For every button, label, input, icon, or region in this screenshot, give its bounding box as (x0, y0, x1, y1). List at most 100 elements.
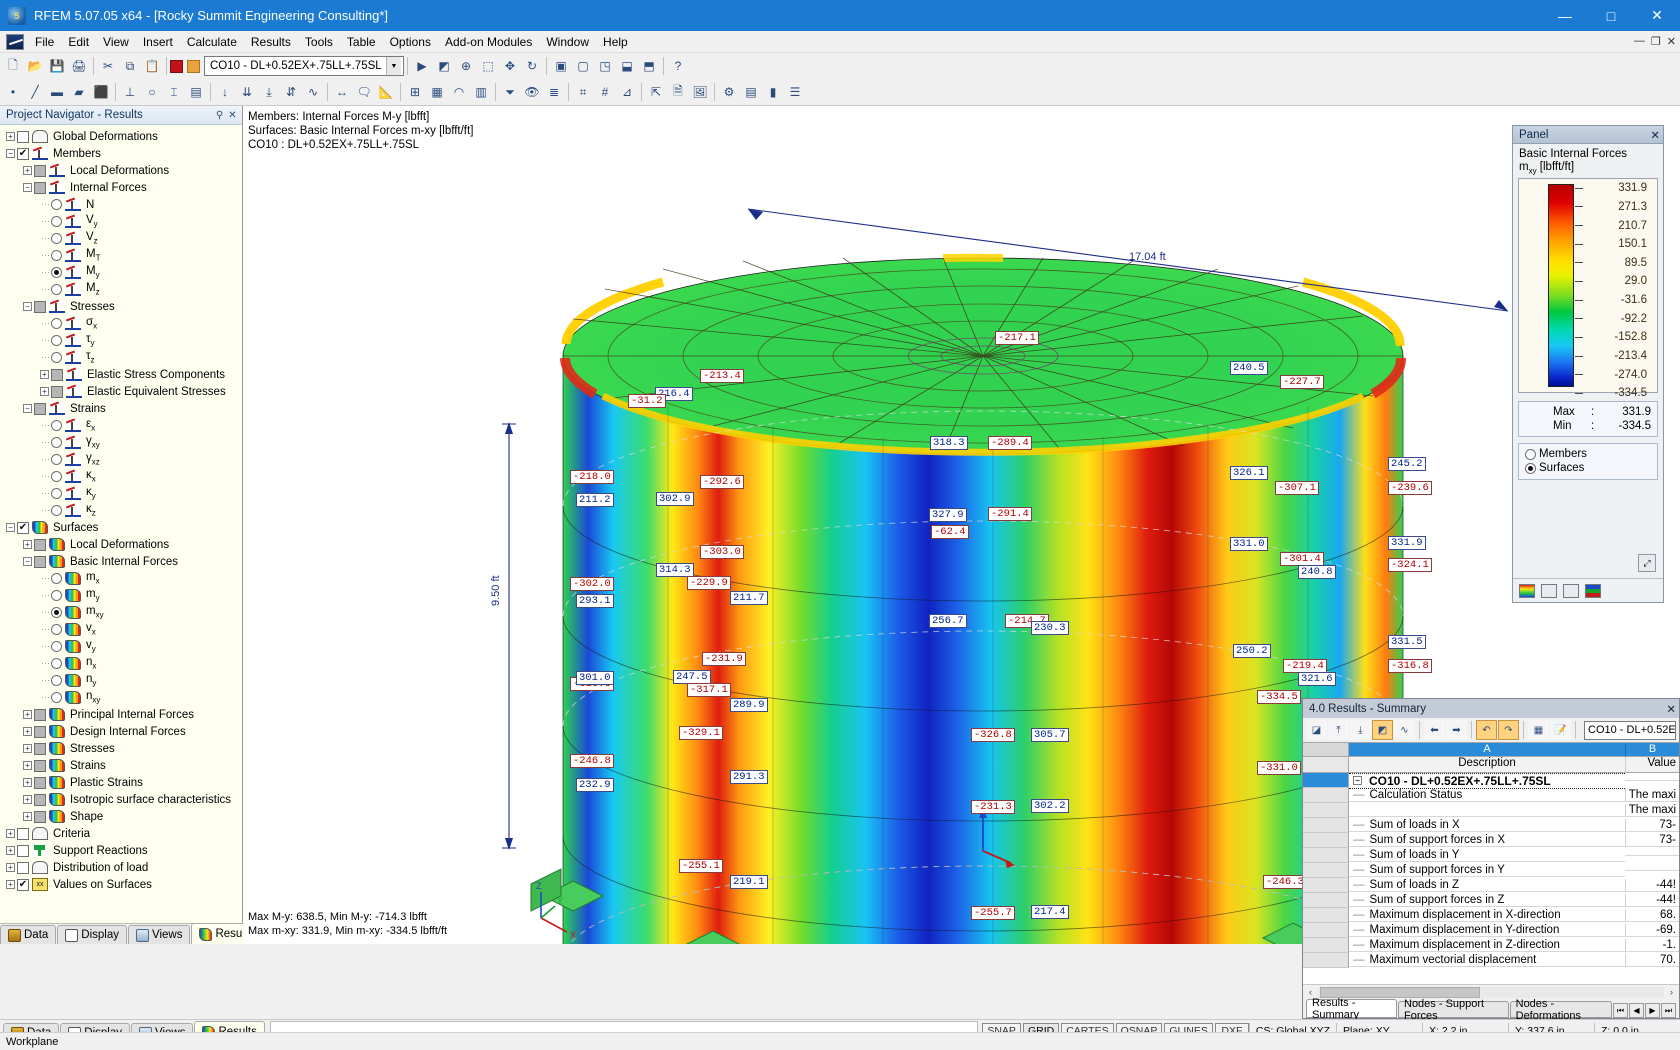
grid-column-letter-a[interactable]: A (1349, 743, 1625, 757)
edit-table-icon[interactable]: 📝 (1550, 720, 1571, 740)
tab-nodes-support-forces[interactable]: Nodes - Support Forces (1398, 998, 1509, 1022)
line-icon[interactable]: ╱ (24, 81, 46, 103)
result-value-flag[interactable]: 256.7 (929, 614, 967, 628)
checkbox-partial[interactable] (34, 402, 46, 415)
collapse-icon[interactable]: − (6, 149, 15, 158)
open-file-icon[interactable]: 📂 (24, 55, 46, 77)
result-value-flag[interactable]: 305.7 (1031, 728, 1069, 742)
menu-insert[interactable]: Insert (136, 33, 180, 51)
hscroll-left-arrow[interactable]: ‹ (1303, 987, 1318, 997)
result-value-flag[interactable]: 321.6 (1298, 672, 1336, 686)
menu-window[interactable]: Window (539, 33, 596, 51)
result-value-flag[interactable]: 245.2 (1388, 457, 1426, 471)
results-summary-row[interactable]: — Maximum displacement in Y-direction -69. (1303, 923, 1679, 938)
checkbox-checked[interactable]: ✔ (17, 878, 29, 891)
result-value-flag[interactable]: -227.7 (1280, 375, 1324, 389)
radio-unselected[interactable] (51, 573, 62, 584)
table-toggle-icon[interactable]: ▤ (740, 81, 762, 103)
navigator-item--x[interactable]: ⋯ εx (0, 417, 242, 434)
menu-table[interactable]: Table (340, 33, 383, 51)
navigator-item-ny[interactable]: ⋯ ny (0, 672, 242, 689)
navigator-item-global-deformations[interactable]: + Global Deformations (0, 128, 242, 145)
hscroll-thumb[interactable] (1320, 986, 1480, 998)
next-icon[interactable]: ➡ (1446, 720, 1467, 740)
loadcase-orange-swatch-icon[interactable] (187, 59, 200, 73)
results-summary-row[interactable]: The maxi (1303, 803, 1679, 818)
color-legend[interactable]: 331.9 271.3 210.7 150.1 89.5 29.0 -31.6 -92.2 -1… (1518, 178, 1658, 399)
row-selector[interactable] (1303, 878, 1349, 893)
snap-settings-icon[interactable]: ⌗ (572, 81, 594, 103)
checkbox-partial[interactable] (34, 759, 46, 772)
navigator-item-isotropic-surface-characteristics[interactable]: + Isotropic surface characteristics (0, 791, 242, 808)
imperfection-icon[interactable]: ∿ (302, 81, 324, 103)
load-case-combo[interactable]: CO10 - DL+0.52EX+.75LL+.75SL ▼ (204, 56, 404, 76)
navigator-tab-views[interactable]: Views (128, 925, 191, 944)
navigator-item-strains[interactable]: − Strains (0, 400, 242, 417)
results-summary-row[interactable]: — Maximum displacement in X-direction 68. (1303, 908, 1679, 923)
result-value-flag[interactable]: -246.3 (1263, 875, 1307, 889)
mdi-close-button[interactable]: ✕ (1667, 35, 1676, 48)
first-icon[interactable]: ⏮ (1613, 1003, 1628, 1018)
result-value-flag[interactable]: 211.7 (730, 591, 768, 605)
result-value-flag[interactable]: 314.3 (656, 563, 694, 577)
results-summary-row[interactable]: — Sum of loads in Y (1303, 848, 1679, 863)
results-summary-loadcase-combo[interactable]: CO10 - DL+0.52EX+.75 (1584, 720, 1676, 740)
navigator-item--xz[interactable]: ⋯ γxz (0, 451, 242, 468)
close-icon[interactable]: ✕ (226, 110, 239, 121)
result-value-flag[interactable]: -291.4 (988, 507, 1032, 521)
collapse-icon[interactable]: − (23, 557, 32, 566)
expand-icon[interactable]: + (6, 880, 15, 889)
result-value-flag[interactable]: -329.1 (679, 726, 723, 740)
row-selector[interactable] (1303, 773, 1349, 788)
render-wire-icon[interactable]: ▢ (572, 55, 594, 77)
result-value-flag[interactable]: 302.2 (1031, 799, 1069, 813)
result-value-flag[interactable]: -302.0 (570, 577, 614, 591)
scale-balance-icon[interactable] (1541, 583, 1557, 598)
view-xz-icon[interactable]: ⬒ (638, 55, 660, 77)
result-value-flag[interactable]: 250.2 (1233, 644, 1271, 658)
results-summary-row[interactable]: — Sum of loads in X 73- (1303, 818, 1679, 833)
table-icon[interactable]: ▦ (1528, 720, 1549, 740)
result-value-flag[interactable]: 230.3 (1031, 621, 1069, 635)
navigator-tree[interactable]: + Global Deformations − ✔ Members + Local Defo… (0, 125, 242, 923)
results-summary-row[interactable]: — Maximum vectorial displacement 70. (1303, 953, 1679, 968)
expand-icon[interactable]: + (23, 744, 32, 753)
navigator-item--z[interactable]: ⋯ τz (0, 349, 242, 366)
import-icon[interactable]: ⤓ (1350, 720, 1371, 740)
radio-unselected[interactable] (51, 658, 62, 669)
checkbox-partial[interactable] (34, 164, 46, 177)
expand-icon[interactable]: + (40, 370, 49, 379)
result-value-flag[interactable]: 331.5 (1388, 635, 1426, 649)
result-value-flag[interactable]: -246.8 (570, 754, 614, 768)
expand-icon[interactable]: + (6, 132, 15, 141)
collapse-icon[interactable]: − (1353, 776, 1362, 785)
navigator-item-my[interactable]: ⋯ My (0, 264, 242, 281)
result-value-flag[interactable]: -289.4 (988, 436, 1032, 450)
navigator-item-vy[interactable]: ⋯ vy (0, 638, 242, 655)
checkbox-partial[interactable] (34, 742, 46, 755)
row-selector[interactable] (1303, 848, 1349, 863)
expand-icon[interactable]: + (23, 778, 32, 787)
radio-unselected[interactable] (51, 233, 62, 244)
navigator-item-elastic-equivalent-stresses[interactable]: + Elastic Equivalent Stresses (0, 383, 242, 400)
checkbox-partial[interactable] (34, 181, 46, 194)
checkbox-partial[interactable] (34, 555, 46, 568)
maximize-button[interactable]: □ (1588, 0, 1634, 31)
expand-icon[interactable]: + (23, 727, 32, 736)
solid-icon[interactable]: ⬛ (90, 81, 112, 103)
checkbox-partial[interactable] (34, 708, 46, 721)
grid-settings-icon[interactable]: # (594, 81, 616, 103)
result-value-flag[interactable]: -301.4 (1280, 552, 1324, 566)
member-icon[interactable]: ▬ (46, 81, 68, 103)
close-button[interactable]: ✕ (1634, 0, 1680, 31)
expand-icon[interactable]: + (23, 166, 32, 175)
last-icon[interactable]: ⏭ (1661, 1003, 1676, 1018)
result-value-flag[interactable]: -303.0 (700, 545, 744, 559)
result-value-flag[interactable]: 211.2 (576, 493, 614, 507)
menu-calculate[interactable]: Calculate (180, 33, 244, 51)
results-summary-row[interactable]: — Sum of support forces in X 73- (1303, 833, 1679, 848)
result-value-flag[interactable]: 240.8 (1298, 565, 1336, 579)
result-value-flag[interactable]: -217.1 (995, 331, 1039, 345)
member-load-icon[interactable]: ⇊ (236, 81, 258, 103)
navigator-item-nx[interactable]: ⋯ nx (0, 655, 242, 672)
